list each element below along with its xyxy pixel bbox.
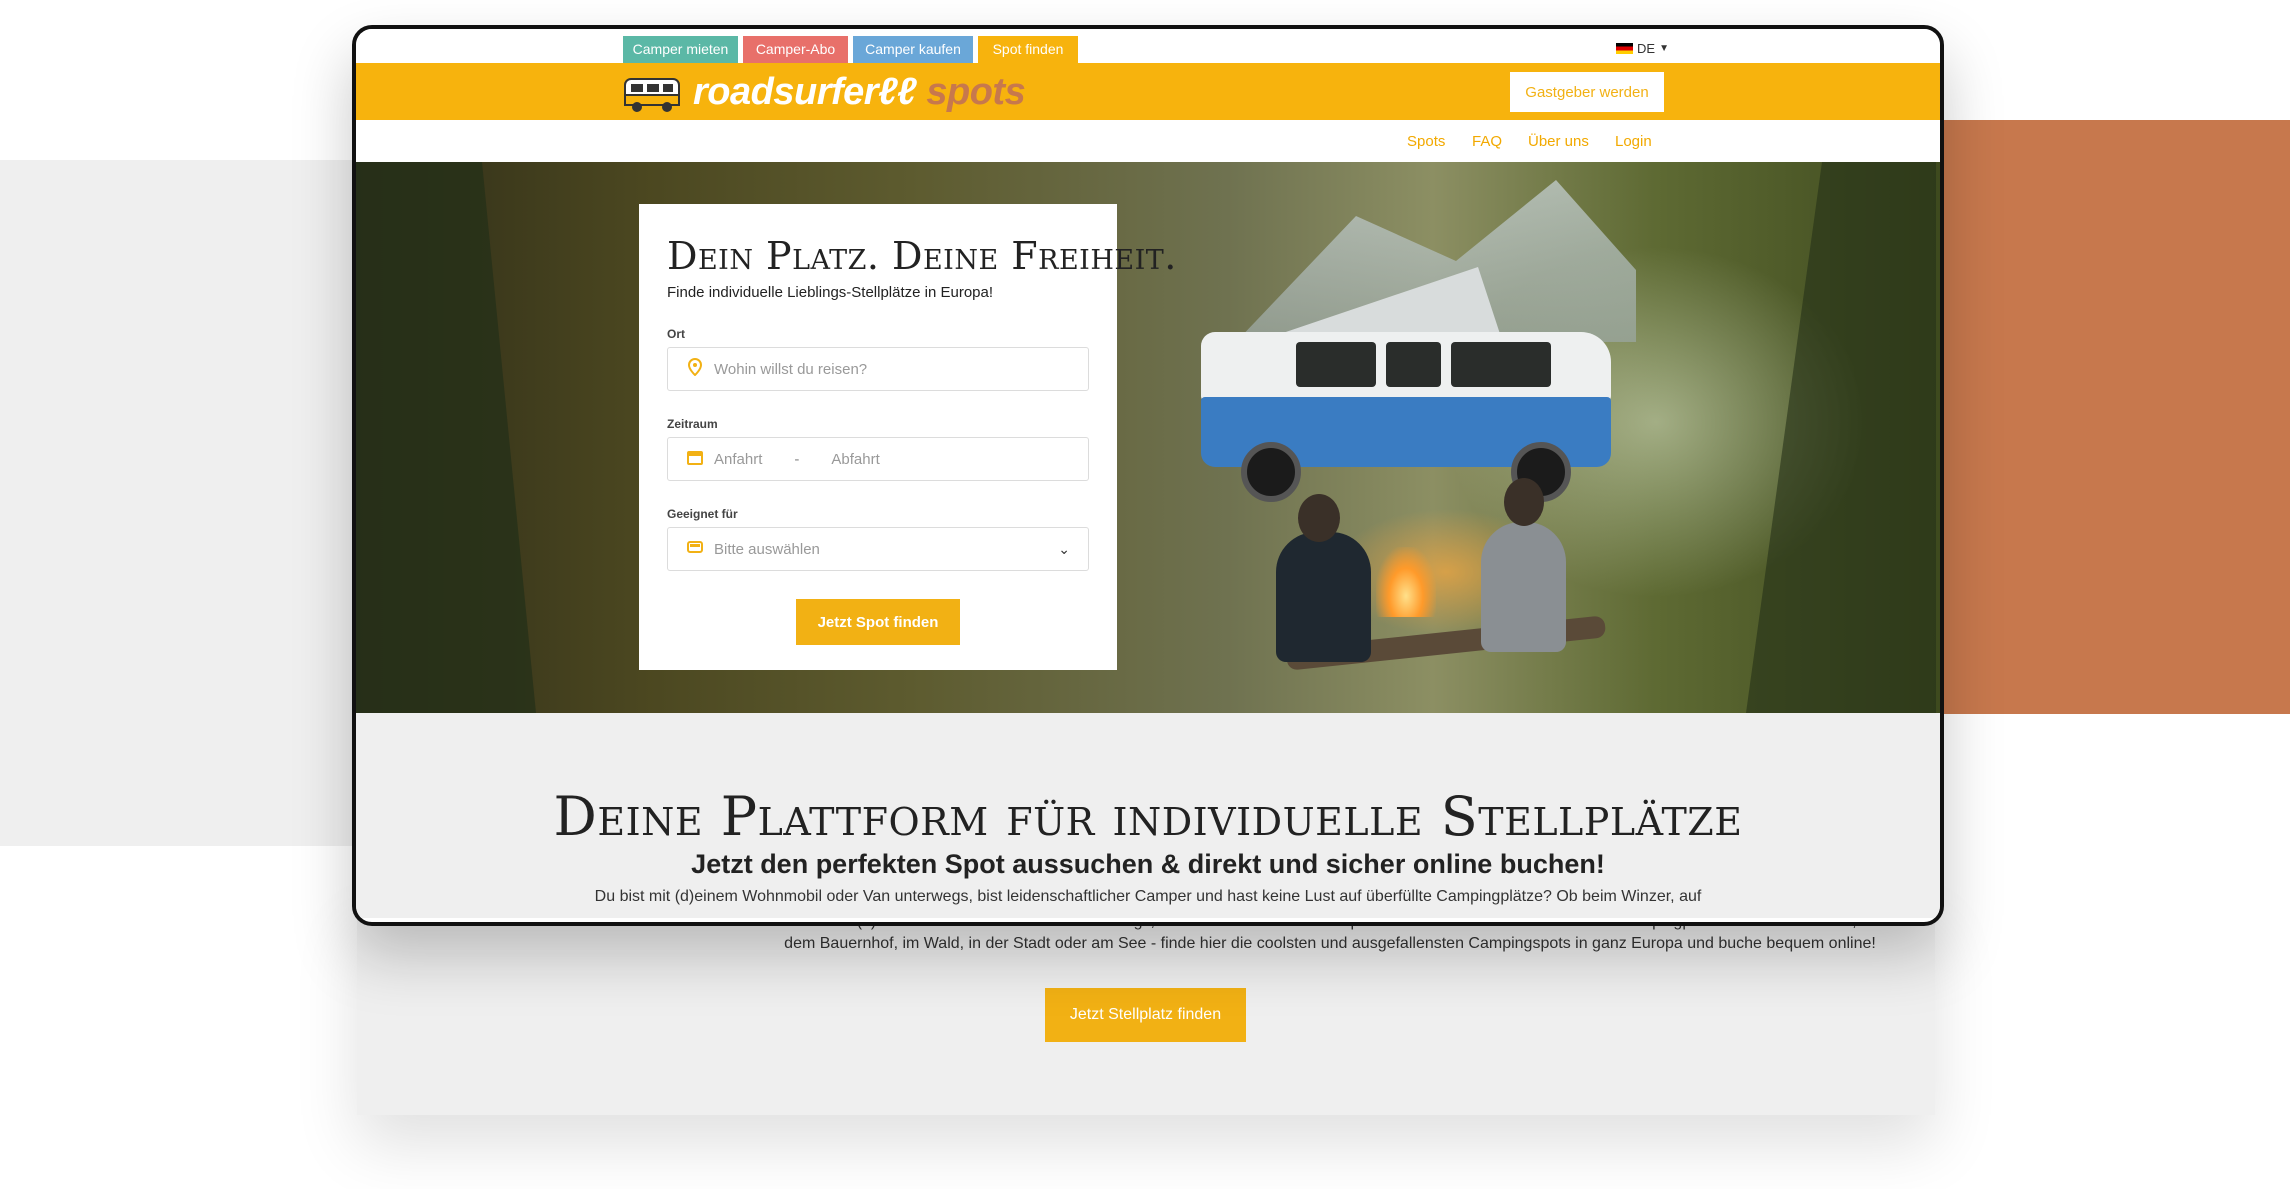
main-nav: Spots FAQ Über uns Login	[356, 120, 1940, 162]
nav-login[interactable]: Login	[1615, 133, 1652, 150]
platform-description: Du bist mit (d)einem Wohnmobil oder Van …	[594, 888, 1702, 905]
nav-faq[interactable]: FAQ	[1472, 133, 1502, 150]
browser-frame: Camper mieten Camper-Abo Camper kaufen S…	[352, 25, 1944, 926]
language-selector[interactable]: DE ▼	[1616, 41, 1669, 56]
spot-search-card: Dein Platz. Deine Freiheit. Finde indivi…	[639, 204, 1177, 670]
tab-camper-kaufen[interactable]: Camper kaufen	[853, 36, 973, 63]
nav-spots[interactable]: Spots	[1407, 133, 1445, 150]
top-tab-bar: Camper mieten Camper-Abo Camper kaufen S…	[356, 29, 1940, 63]
location-input[interactable]: Wohin willst du reisen?	[667, 347, 1089, 391]
tab-camper-mieten[interactable]: Camper mieten	[623, 36, 738, 63]
german-flag-icon	[1616, 43, 1633, 54]
person-right	[1481, 522, 1566, 652]
logo-text: roadsurferℓℓ spots	[693, 70, 1026, 113]
camper-van-photo	[1201, 267, 1621, 507]
map-pin-icon	[686, 357, 704, 381]
date-separator: -	[794, 450, 800, 468]
find-stellplatz-button[interactable]: Jetzt Stellplatz finden	[1045, 988, 1246, 1042]
background-orange-block	[1930, 120, 2290, 714]
period-label: Zeitraum	[667, 417, 718, 431]
hero-image: Dein Platz. Deine Freiheit. Finde indivi…	[356, 162, 1940, 713]
platform-title: Deine Plattform für individuelle Stellpl…	[553, 785, 1743, 848]
tree-left	[356, 162, 536, 713]
logo-roadsurfer: roadsurfer	[693, 70, 879, 113]
tree-right	[1746, 162, 1936, 713]
campfire	[1376, 547, 1436, 617]
departure-input[interactable]: Abfahrt	[831, 451, 879, 468]
date-range-input[interactable]: Anfahrt - Abfahrt	[667, 437, 1089, 481]
roadsurfer-spots-logo[interactable]: roadsurferℓℓ spots	[623, 68, 1026, 116]
tab-camper-abo[interactable]: Camper-Abo	[743, 36, 848, 63]
suitable-label: Geeignet für	[667, 507, 738, 521]
tab-spot-finden[interactable]: Spot finden	[978, 36, 1078, 63]
search-card-title: Dein Platz. Deine Freiheit.	[667, 234, 1177, 278]
person-left	[1276, 532, 1371, 662]
location-label: Ort	[667, 327, 685, 341]
vehicle-type-select[interactable]: Bitte auswählen ⌄	[667, 527, 1089, 571]
platform-subtitle: Jetzt den perfekten Spot aussuchen & dir…	[691, 849, 1605, 879]
background-gray-block	[0, 160, 360, 846]
camper-van-icon	[624, 78, 680, 112]
platform-section: Deine Plattform für individuelle Stellpl…	[356, 713, 1940, 918]
brand-header: roadsurferℓℓ spots Gastgeber werden	[356, 63, 1940, 120]
location-placeholder: Wohin willst du reisen?	[714, 360, 868, 378]
car-icon	[686, 539, 704, 560]
nav-ueber-uns[interactable]: Über uns	[1528, 133, 1589, 150]
caret-down-icon: ▼	[1659, 43, 1669, 54]
vehicle-type-value: Bitte auswählen	[714, 540, 820, 558]
calendar-icon	[686, 449, 704, 470]
logo-spots: spots	[926, 70, 1026, 113]
language-label: DE	[1637, 41, 1656, 56]
find-spot-button[interactable]: Jetzt Spot finden	[796, 599, 960, 645]
search-card-subtitle: Finde individuelle Lieblings-Stellplätze…	[667, 284, 994, 301]
chevron-down-icon: ⌄	[1058, 540, 1070, 557]
become-host-button[interactable]: Gastgeber werden	[1510, 72, 1664, 112]
platform-description-line-2: dem Bauernhof, im Wald, in der Stadt ode…	[784, 935, 1876, 952]
arrival-input[interactable]: Anfahrt	[714, 451, 762, 468]
